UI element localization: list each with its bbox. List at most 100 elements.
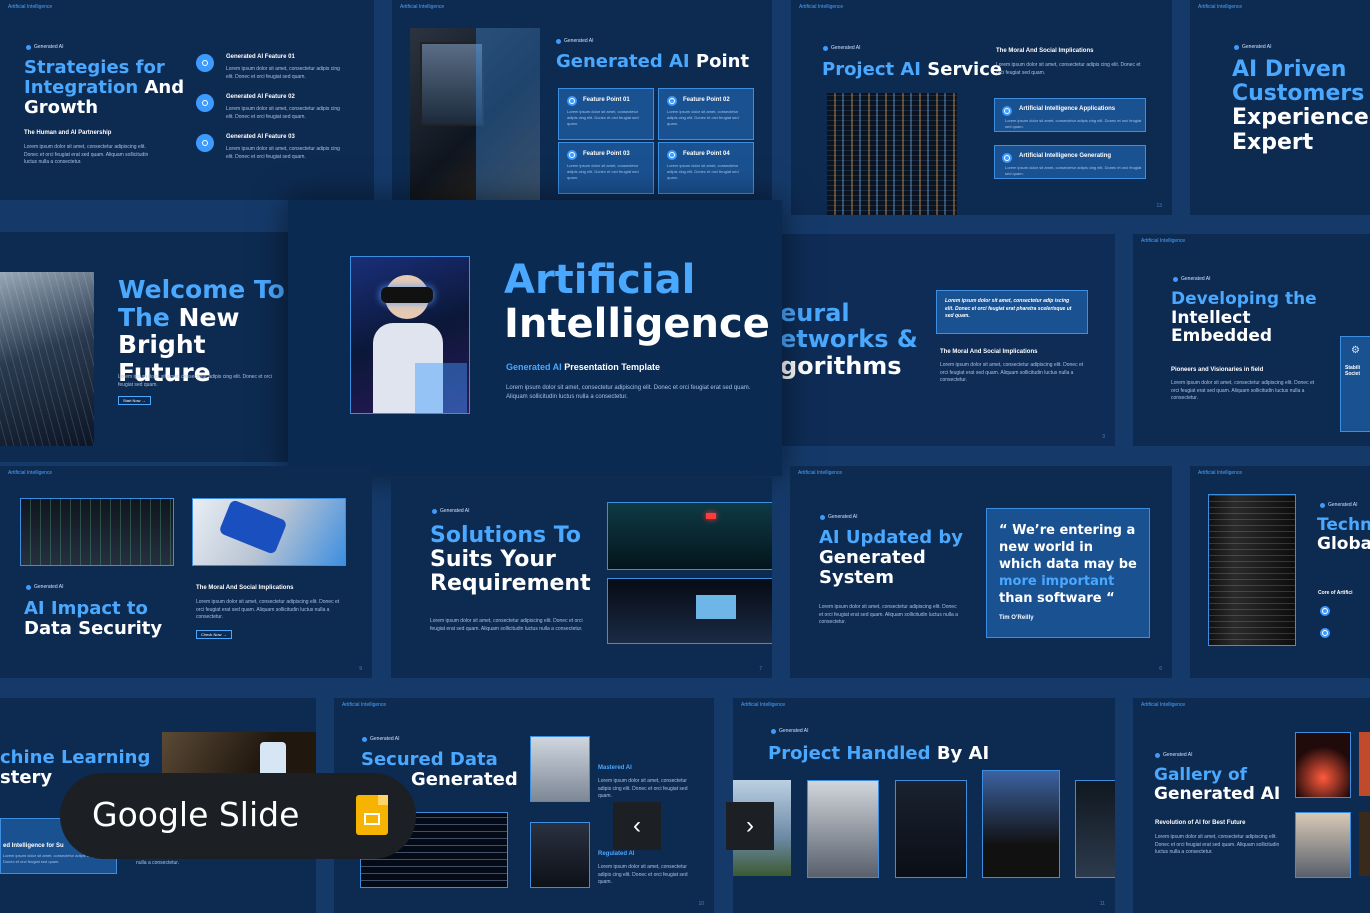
feature-card[interactable]: Feature Point 02 Lorem ipsum dolor sit a… — [658, 88, 754, 140]
chevron-left-icon: ‹ — [633, 812, 641, 839]
code-photo — [827, 93, 957, 215]
slide-ai-driven[interactable]: Artificial Intelligence Generated AI AI … — [1190, 0, 1370, 215]
feature-icon — [1320, 628, 1330, 638]
slide-project-service[interactable]: Artificial Intelligence Generated AI Pro… — [791, 0, 1172, 215]
slide-developing[interactable]: Artificial Intelligence Generated AI Dev… — [1133, 234, 1370, 446]
vr-headset-photo — [350, 256, 470, 414]
brand-label: Artificial Intelligence — [1141, 238, 1186, 244]
tag-label: Generated AI — [556, 38, 593, 44]
gallery-photo — [1075, 780, 1115, 878]
quote-text: “ We’re entering a new world in which da… — [999, 523, 1137, 606]
carousel-prev-button[interactable]: ‹ — [613, 802, 661, 850]
brand-label: Artificial Intelligence — [741, 702, 786, 708]
phone-photo — [192, 498, 346, 566]
google-slides-icon — [356, 795, 388, 835]
slide-ai-point[interactable]: Artificial Intelligence Generated AI Gen… — [392, 0, 772, 200]
slide-technology[interactable]: Artificial Intelligence Generated AI Tec… — [1190, 466, 1370, 678]
service-title: Artificial Intelligence Applications — [1019, 106, 1116, 112]
feature-title: Generated AI Feature 02 — [226, 94, 295, 100]
brand-label: Artificial Intelligence — [400, 4, 445, 10]
google-slide-badge: Google Slide — [60, 773, 416, 859]
gallery-photo — [1359, 812, 1370, 876]
slide-title: Generated AI Point — [556, 51, 750, 72]
slide-subtitle: The Human and AI Partnership — [24, 130, 112, 136]
side-card: ⚙ Stabili Societ — [1340, 336, 1370, 432]
brand-label: Artificial Intelligence — [798, 470, 843, 476]
card-body: Lorem ipsum dolor sit amet, consectetur … — [567, 163, 639, 180]
slide-solutions[interactable]: Generated AI Solutions To Suits Your Req… — [391, 478, 772, 678]
section-body: Lorem ipsum dolor sit amet, consectetur … — [196, 599, 340, 620]
slide-data-security[interactable]: Artificial Intelligence Generated AI AI … — [0, 466, 372, 678]
feature-icon — [196, 134, 214, 152]
tag-label: Generated AI — [362, 736, 399, 742]
skyscraper-photo — [0, 272, 94, 446]
slide-title: eural etworks & gorithms — [780, 299, 918, 380]
slide-title: Strategies for Integration And Growth — [24, 57, 185, 118]
feature-icon — [667, 150, 677, 160]
slide-neural-networks[interactable]: eural etworks & gorithms Lorem ipsum dol… — [780, 234, 1115, 446]
tag-label: Generated AI — [26, 44, 63, 50]
slide-welcome[interactable]: Welcome To The New Bright Future Lorem i… — [0, 232, 288, 462]
hero-body: Lorem ipsum dolor sit amet, consectetur … — [506, 385, 751, 400]
slide-ai-updated[interactable]: Artificial Intelligence Generated AI AI … — [790, 466, 1172, 678]
carousel-next-button[interactable]: › — [726, 802, 774, 850]
laptop-photo — [530, 736, 590, 802]
slide-title: Developing the Intellect Embedded — [1171, 289, 1317, 347]
brand-label: Artificial Intelligence — [8, 470, 53, 476]
feature-card[interactable]: Feature Point 04 Lorem ipsum dolor sit a… — [658, 142, 754, 194]
card-body: Lorem ipsum dolor sit amet, consectetur … — [667, 109, 739, 126]
section-heading: The Moral And Social Implications — [996, 48, 1094, 54]
slide-body: nulla a consectetur. — [136, 860, 180, 866]
check-now-button[interactable]: Check Now → — [196, 630, 232, 639]
feature-card[interactable]: Feature Point 01 Lorem ipsum dolor sit a… — [558, 88, 654, 140]
feature-card[interactable]: Feature Point 03 Lorem ipsum dolor sit a… — [558, 142, 654, 194]
service-icon — [1002, 153, 1012, 163]
chevron-right-icon: › — [746, 812, 754, 839]
service-item[interactable]: Artificial Intelligence Generating Lorem… — [994, 145, 1146, 179]
slide-project-handled[interactable]: Artificial Intelligence Generated AI Pro… — [733, 698, 1115, 913]
column-body: Lorem ipsum dolor sit amet, consectetur … — [598, 864, 688, 885]
slide-title: Solutions To Suits Your Requirement — [430, 523, 591, 597]
slide-strategies[interactable]: Artificial Intelligence Generated AI Str… — [0, 0, 374, 200]
section-body: Lorem ipsum dolor sit amet, consectetur … — [940, 362, 1084, 383]
quote-card: “ We’re entering a new world in which da… — [986, 508, 1150, 638]
page-number: 13 — [1156, 203, 1162, 209]
badge-label: Google Slide — [92, 795, 300, 834]
slide-subtitle: Pioneers and Visionaries in field — [1171, 367, 1264, 373]
quote-text: Lorem ipsum dolor sit amet, consectetur … — [945, 298, 1072, 319]
slide-body: Lorem ipsum dolor sit amet, consectetur … — [1171, 380, 1315, 401]
gallery-photo — [1295, 732, 1351, 798]
feature-title: Generated AI Feature 03 — [226, 134, 295, 140]
desk-photo — [607, 578, 772, 644]
gear-icon: ⚙ — [1351, 345, 1360, 356]
slide-body: Lorem ipsum dolor sit amet, consectetur … — [24, 144, 149, 165]
feature-icon — [667, 96, 677, 106]
feature-icon — [567, 96, 577, 106]
service-item[interactable]: Artificial Intelligence Applications Lor… — [994, 98, 1146, 132]
card-title: ed Intelligence for Su — [3, 843, 64, 849]
tag-label: Generated AI — [820, 514, 857, 520]
slide-gallery[interactable]: Artificial Intelligence Generated AI Gal… — [1133, 698, 1370, 913]
hero-slide[interactable]: Artificial Intelligence Generated AI Pre… — [288, 200, 782, 476]
computer-photo — [410, 28, 540, 200]
start-now-button[interactable]: Start Now → — [118, 396, 151, 405]
page-number: 10 — [698, 901, 704, 907]
server-rack-photo — [1208, 494, 1296, 646]
service-body: Lorem ipsum dolor sit amet, consectetur … — [1005, 118, 1142, 129]
brand-label: Artificial Intelligence — [8, 4, 53, 10]
tag-label: Generated AI — [823, 45, 860, 51]
brand-label: Artificial Intelligence — [1198, 4, 1243, 10]
slide-title: Techn Globa — [1317, 515, 1370, 554]
slide-title: Project Handled By AI — [768, 743, 990, 764]
feature-body: Lorem ipsum dolor sit amet, consectetur … — [226, 66, 340, 80]
tag-label: Generated AI — [1173, 276, 1210, 282]
section-body: Lorem ipsum dolor sit amet, consectetur … — [996, 62, 1141, 76]
robot-photo — [607, 502, 772, 570]
feature-icon — [196, 54, 214, 72]
slide-body: Lorem ipsum dolor sit amet, consectetur … — [1155, 834, 1280, 855]
feature-icon — [196, 94, 214, 112]
page-number: 9 — [359, 666, 362, 672]
feature-body: Lorem ipsum dolor sit amet, consectetur … — [226, 106, 340, 120]
brand-label: Artificial Intelligence — [799, 4, 844, 10]
server-photo — [20, 498, 174, 566]
